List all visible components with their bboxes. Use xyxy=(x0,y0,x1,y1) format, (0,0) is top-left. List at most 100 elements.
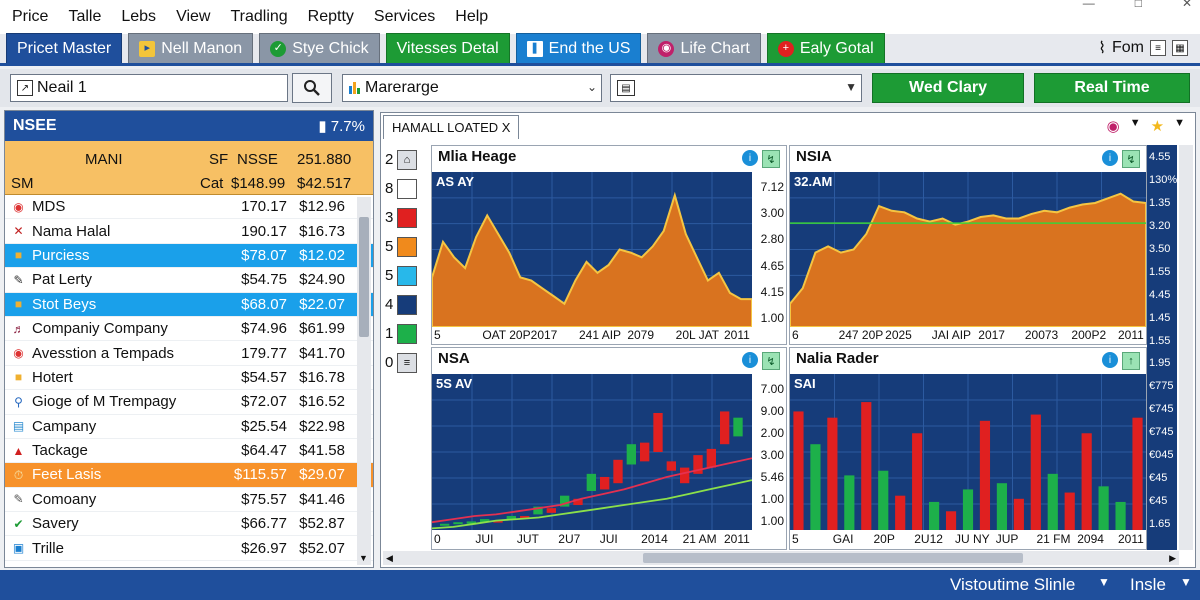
legend-item[interactable]: 0 ≡ xyxy=(385,348,425,377)
y-tick-label: 7.00 xyxy=(760,382,784,396)
key-icon[interactable]: ⌇ xyxy=(1098,38,1106,58)
legend-item[interactable]: 3 xyxy=(385,203,425,232)
tab-vitesses-detal[interactable]: Vitesses Detal xyxy=(385,33,510,63)
globe-icon[interactable]: ◉ xyxy=(1107,117,1120,135)
menu-item-help[interactable]: Help xyxy=(455,8,488,26)
filter-select[interactable]: ▤ ▼ xyxy=(610,74,862,102)
fom-label[interactable]: Fom xyxy=(1112,39,1144,57)
legend-item[interactable]: 1 xyxy=(385,319,425,348)
legend-item[interactable]: 5 xyxy=(385,261,425,290)
data-point xyxy=(801,287,804,290)
market-select[interactable]: Marerarge ⌄ xyxy=(342,74,602,102)
x-tick-label: 2U7 xyxy=(558,532,581,546)
row-name: ■ Stot Beys xyxy=(11,296,96,313)
table-row[interactable]: ✎ Pat Lerty $54.75 $24.90 xyxy=(5,268,373,293)
tab-pricet-master[interactable]: Pricet Master xyxy=(6,33,123,63)
table-row[interactable]: ■ Stot Beys $68.07 $22.07 xyxy=(5,292,373,317)
table-row[interactable]: ▲ Tackage $64.47 $41.58 xyxy=(5,439,373,464)
legend-number: 2 xyxy=(385,151,394,168)
menu-item-tradling[interactable]: Tradling xyxy=(230,8,287,26)
table-row[interactable]: ✕ Nama Halal 190.17 $16.73 xyxy=(5,219,373,244)
scroll-right-icon[interactable]: ▶ xyxy=(1169,553,1176,564)
chevron-down-icon[interactable]: ▼ xyxy=(1174,117,1185,135)
charts-horizontal-scrollbar[interactable]: ◀ ▶ xyxy=(383,551,1179,565)
symbol-input[interactable]: ↗ Neail 1 xyxy=(10,74,288,102)
table-row[interactable]: ✔ Savery $66.77 $52.87 xyxy=(5,512,373,537)
table-row[interactable]: ▣ Trille $26.97 $52.07 xyxy=(5,536,373,561)
charts-vertical-scrollbar[interactable] xyxy=(1179,145,1193,550)
tab-nell-manon[interactable]: ▸ Nell Manon xyxy=(128,33,254,63)
menu-item-lebs[interactable]: Lebs xyxy=(121,8,156,26)
legend-item[interactable]: 4 xyxy=(385,290,425,319)
tab-bar: Pricet Master ▸ Nell Manon ✓ Stye Chick … xyxy=(0,33,1200,66)
menu-item-price[interactable]: Price xyxy=(12,8,48,26)
scrollbar-thumb[interactable] xyxy=(359,217,369,337)
chart-nsa[interactable]: NSA i ↯ 5S AV 7.00 9.00 2.00 3.00 5.46 1.00 1.0… xyxy=(431,347,787,550)
row-name: ■ Hotert xyxy=(11,369,73,386)
maximize-icon[interactable]: □ xyxy=(1135,0,1142,10)
col-header-2[interactable]: NSSE xyxy=(237,151,278,168)
close-icon[interactable]: ✕ xyxy=(1182,0,1192,10)
table-row[interactable]: ⚲ Gioge of M Trempagy $72.07 $16.52 xyxy=(5,390,373,415)
info-icon[interactable]: i xyxy=(742,150,758,166)
chart-nsia[interactable]: NSIA i ↯ 32.AM 6 247 20P 2025 JAI AIP 2017 200… xyxy=(789,145,1147,345)
market-select-value: Marerarge xyxy=(365,79,439,96)
tab-end-the-us[interactable]: ❚ End the US xyxy=(515,33,642,63)
menu-bar: Price Talle Lebs View Tradling Reptty Se… xyxy=(0,0,1200,34)
percent-value: 7.7% xyxy=(330,118,365,135)
status-mode[interactable]: Insle xyxy=(1130,575,1166,595)
grid-icon[interactable]: ▦ xyxy=(1172,40,1188,56)
menu-item-reptty[interactable]: Reptty xyxy=(308,8,354,26)
table-row[interactable]: ▤ Campany $25.54 $22.98 xyxy=(5,415,373,439)
minimize-icon[interactable]: — xyxy=(1083,0,1095,10)
table-row[interactable]: ■ Purciess $78.07 $12.02 xyxy=(5,243,373,269)
row-name-text: Nama Halal xyxy=(32,222,111,240)
tab-stye-chick[interactable]: ✓ Stye Chick xyxy=(259,33,380,63)
legend-item[interactable]: 8 xyxy=(385,174,425,203)
star-icon[interactable]: ★ xyxy=(1151,117,1164,135)
watchlist-scrollbar[interactable]: ▼ xyxy=(357,197,371,565)
table-row[interactable]: ■ Hotert $54.57 $16.78 xyxy=(5,366,373,391)
menu-item-view[interactable]: View xyxy=(176,8,210,26)
scrollbar-thumb[interactable] xyxy=(643,553,1023,563)
info-icon[interactable]: i xyxy=(1102,150,1118,166)
info-icon[interactable]: i xyxy=(742,352,758,368)
tab-ealy-gotal[interactable]: + Ealy Gotal xyxy=(766,33,885,63)
search-icon xyxy=(304,80,320,96)
tab-life-chart[interactable]: ◉ Life Chart xyxy=(647,33,761,63)
scroll-left-icon[interactable]: ◀ xyxy=(386,553,393,564)
real-time-button[interactable]: Real Time xyxy=(1034,73,1190,103)
table-row[interactable]: ♬ Companiy Company $74.96 $61.99 xyxy=(5,317,373,342)
col-header-1[interactable]: SF xyxy=(209,151,228,168)
chevron-down-icon[interactable]: ▼ xyxy=(1098,575,1110,589)
save-icon[interactable]: ≡ xyxy=(1150,40,1166,56)
table-row[interactable]: ◉ Avesstion a Tempads 179.77 $41.70 xyxy=(5,341,373,366)
price-axis-label: 3.50 xyxy=(1149,242,1171,255)
legend-item[interactable]: 5 xyxy=(385,232,425,261)
watchlist-rows: ◉ MDS 170.17 $12.96 ✕ Nama Halal 190.17 $16.73 ■… xyxy=(5,195,373,561)
menu-item-services[interactable]: Services xyxy=(374,8,435,26)
charts-tab[interactable]: HAMALL LOATED X xyxy=(383,115,520,139)
settings-icon[interactable]: ↑ xyxy=(1122,352,1140,370)
data-point xyxy=(585,261,588,263)
search-button[interactable] xyxy=(292,73,332,103)
chevron-down-icon[interactable]: ▼ xyxy=(1180,575,1192,589)
chart-mlia-heage[interactable]: Mlia Heage i ↯ AS AY 7.12 3.00 2.80 4.65 4.15… xyxy=(431,145,787,345)
wed-clary-button[interactable]: Wed Clary xyxy=(872,73,1024,103)
x-tick-label: 2011 xyxy=(724,328,750,342)
table-row[interactable]: ◉ MDS 170.17 $12.96 xyxy=(5,195,373,220)
y-axis: 7.12 3.00 2.80 4.65 4.15 1.00 xyxy=(756,172,784,327)
settings-icon[interactable]: ↯ xyxy=(762,150,780,168)
table-row[interactable]: ⏱ Feet Lasis $115.57 $29.07 xyxy=(5,463,373,488)
settings-icon[interactable]: ↯ xyxy=(762,352,780,370)
legend-item[interactable]: 2 ⌂ xyxy=(385,145,425,174)
table-row[interactable]: ✎ Comoany $75.57 $41.46 xyxy=(5,488,373,513)
col-header-name[interactable]: MANI xyxy=(85,151,123,168)
scroll-down-icon[interactable]: ▼ xyxy=(359,553,368,563)
settings-icon[interactable]: ↯ xyxy=(1122,150,1140,168)
menu-item-talle[interactable]: Talle xyxy=(68,8,101,26)
col-header-3[interactable]: 251.880 xyxy=(297,151,351,168)
info-icon[interactable]: i xyxy=(1102,352,1118,368)
chart-nalia-rader[interactable]: Nalia Rader i ↑ SAI 5 GAI 20P 2U12 JU NY JUP 21… xyxy=(789,347,1147,550)
chevron-down-icon[interactable]: ▼ xyxy=(1130,117,1141,135)
